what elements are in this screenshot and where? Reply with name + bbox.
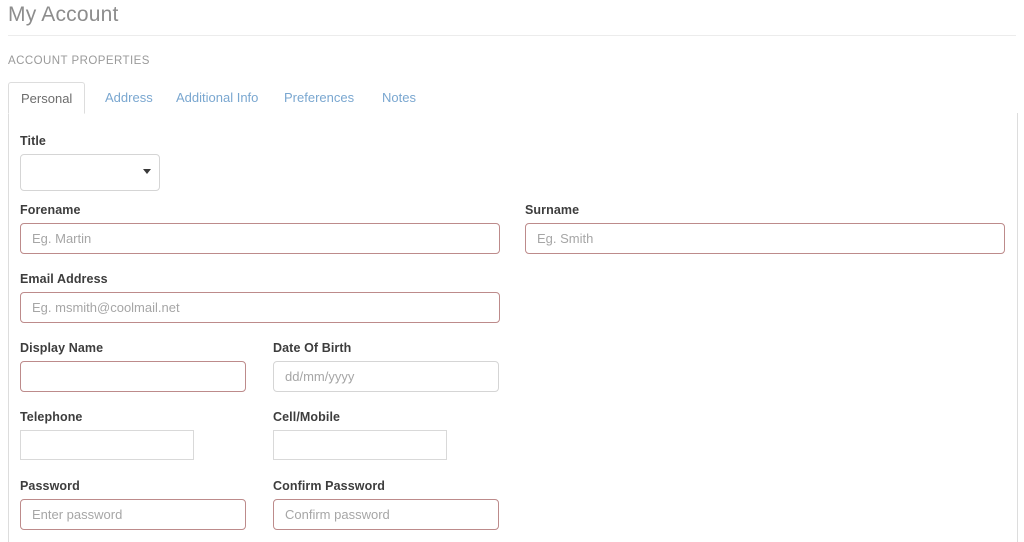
field-telephone-label: Telephone: [20, 410, 83, 424]
field-cell-mobile-label: Cell/Mobile: [273, 410, 341, 424]
section-label-account-properties: ACCOUNT PROPERTIES: [8, 55, 150, 67]
tab-personal[interactable]: Personal: [8, 82, 86, 114]
title-select[interactable]: [20, 154, 160, 191]
password-input[interactable]: [20, 499, 246, 530]
email-address-input[interactable]: [20, 292, 500, 323]
field-surname-label: Surname: [525, 203, 580, 217]
field-display-name: Display Name: [20, 340, 246, 392]
header-divider: [8, 35, 1016, 36]
tab-additional-info-label: Additional Info: [176, 90, 259, 105]
field-date-of-birth-label: Date Of Birth: [273, 341, 352, 355]
field-title-label: Title: [20, 134, 46, 148]
tab-notes[interactable]: Notes: [370, 82, 428, 114]
telephone-input[interactable]: [20, 430, 194, 460]
field-password: Password: [20, 478, 246, 530]
account-properties-tabs: Personal Address Additional Info Prefere…: [8, 82, 1018, 114]
page-title: My Account: [8, 3, 119, 26]
display-name-input[interactable]: [20, 361, 246, 392]
field-display-name-label: Display Name: [20, 341, 104, 355]
tab-notes-label: Notes: [382, 90, 416, 105]
field-email-address-label: Email Address: [20, 272, 108, 286]
forename-input[interactable]: [20, 223, 500, 254]
field-password-label: Password: [20, 479, 80, 493]
tab-personal-label: Personal: [21, 91, 73, 106]
tab-preferences[interactable]: Preferences: [272, 82, 366, 114]
confirm-password-input[interactable]: [273, 499, 499, 530]
tab-address-label: Address: [105, 90, 153, 105]
field-cell-mobile: Cell/Mobile: [273, 409, 447, 460]
tab-additional-info[interactable]: Additional Info: [164, 82, 270, 114]
field-telephone: Telephone: [20, 409, 194, 460]
field-confirm-password-label: Confirm Password: [273, 479, 386, 493]
cell-mobile-input[interactable]: [273, 430, 447, 460]
field-surname: Surname: [525, 202, 1005, 254]
date-of-birth-input[interactable]: [273, 361, 499, 392]
field-email-address: Email Address: [20, 271, 500, 323]
field-title: Title: [20, 133, 160, 191]
tab-preferences-label: Preferences: [284, 90, 355, 105]
field-forename-label: Forename: [20, 203, 81, 217]
field-confirm-password: Confirm Password: [273, 478, 499, 530]
tab-address[interactable]: Address: [93, 82, 165, 114]
title-select-wrap[interactable]: [20, 154, 160, 191]
personal-tab-panel: Title Forename Surname Email Address Dis…: [8, 113, 1018, 542]
surname-input[interactable]: [525, 223, 1005, 254]
field-date-of-birth: Date Of Birth: [273, 340, 499, 392]
field-forename: Forename: [20, 202, 500, 254]
account-settings-page: My Account ACCOUNT PROPERTIES Personal A…: [0, 0, 1024, 542]
